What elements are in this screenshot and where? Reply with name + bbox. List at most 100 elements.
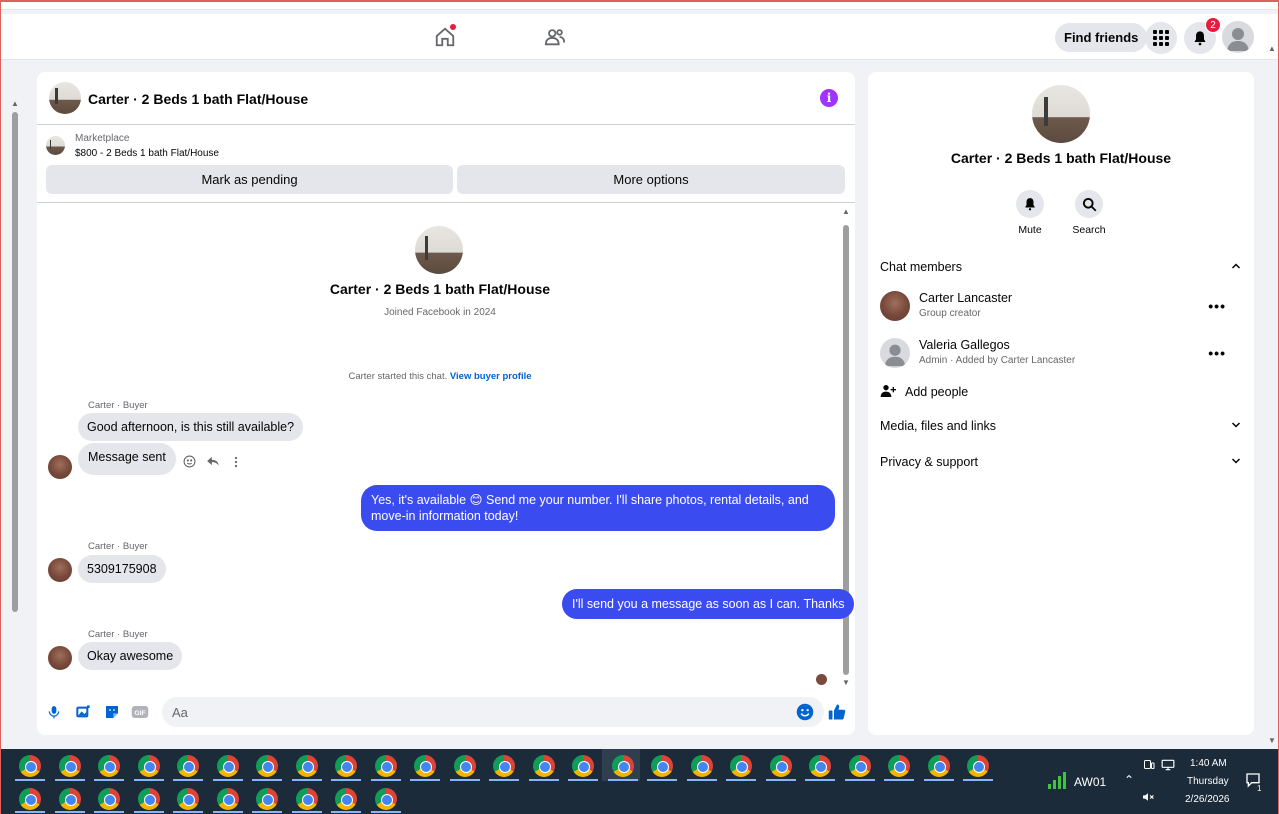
browser-app-icon[interactable] <box>848 755 871 777</box>
browser-app-icon[interactable] <box>177 755 199 777</box>
listing-title[interactable]: $800 - 2 Beds 1 bath Flat/House <box>75 148 219 159</box>
browser-app-icon[interactable] <box>888 755 910 777</box>
notifications-bell-icon[interactable]: 2 <box>1184 17 1221 54</box>
more-options-button[interactable]: More options <box>457 165 845 194</box>
incoming-message[interactable]: 5309175908 <box>78 555 166 583</box>
browser-app-icon[interactable] <box>335 755 357 777</box>
page-scrollbar[interactable] <box>12 112 18 612</box>
taskbar-running-indicator <box>173 811 203 813</box>
browser-app-icon[interactable] <box>98 788 120 810</box>
friends-icon[interactable] <box>540 22 570 52</box>
chevron-up-tray-icon[interactable]: ⌃ <box>1124 773 1134 787</box>
browser-app-icon[interactable] <box>216 788 239 810</box>
media-files-section[interactable]: Media, files and links <box>880 416 1242 436</box>
browser-app-icon[interactable] <box>927 755 950 777</box>
browser-app-icon[interactable] <box>374 788 397 810</box>
mute-bell-icon[interactable] <box>1016 190 1044 218</box>
incoming-message[interactable]: Okay awesome <box>78 642 183 670</box>
intro-name: Carter · 2 Beds 1 bath Flat/House <box>329 281 551 297</box>
member-more-icon[interactable]: ••• <box>1208 345 1226 361</box>
browser-app-icon[interactable] <box>967 755 989 777</box>
info-icon[interactable]: i <box>820 89 838 107</box>
buyer-avatar[interactable] <box>48 646 72 670</box>
browser-app-icon[interactable] <box>58 788 81 810</box>
window-scroll-down-arrow[interactable]: ▼ <box>1268 736 1276 745</box>
browser-app-icon[interactable] <box>335 788 357 810</box>
browser-app-icon[interactable] <box>493 755 515 777</box>
browser-app-icon[interactable] <box>453 755 476 777</box>
browser-app-icon[interactable] <box>19 755 41 777</box>
member-row[interactable]: Valeria Gallegos Admin · Added by Carter… <box>880 336 1242 370</box>
search-icon[interactable] <box>1075 190 1103 218</box>
home-icon[interactable] <box>430 22 460 52</box>
browser-app-icon[interactable] <box>730 755 752 777</box>
browser-app-icon[interactable] <box>651 755 673 777</box>
mute-action[interactable]: Mute <box>1000 190 1060 236</box>
browser-app-icon[interactable] <box>295 755 318 777</box>
browser-app-icon[interactable] <box>611 755 634 777</box>
browser-app-icon[interactable] <box>98 755 120 777</box>
chat-scroll-down-arrow[interactable]: ▼ <box>842 678 850 687</box>
browser-app-icon[interactable] <box>137 755 160 777</box>
view-buyer-profile-link[interactable]: View buyer profile <box>450 371 532 382</box>
incoming-message[interactable]: Good afternoon, is this still available? <box>78 413 304 441</box>
browser-app-icon[interactable] <box>809 755 831 777</box>
message-input[interactable] <box>162 697 824 727</box>
clock-time[interactable]: 1:40 AM <box>1190 758 1227 769</box>
clock-day[interactable]: Thursday <box>1187 776 1229 787</box>
member-more-icon[interactable]: ••• <box>1208 298 1226 314</box>
reply-icon[interactable] <box>206 454 220 473</box>
photo-icon[interactable] <box>74 703 92 721</box>
browser-app-icon[interactable] <box>177 788 199 810</box>
window-scroll-up-arrow[interactable]: ▲ <box>1268 44 1276 53</box>
browser-app-icon[interactable] <box>137 788 160 810</box>
browser-app-icon[interactable] <box>19 788 41 810</box>
listing-thumbnail[interactable] <box>46 136 65 155</box>
browser-app-icon[interactable] <box>414 755 436 777</box>
tray-device-icon[interactable] <box>1143 758 1155 776</box>
member-avatar[interactable] <box>880 338 910 368</box>
chat-title[interactable]: Carter · 2 Beds 1 bath Flat/House <box>88 91 308 107</box>
browser-app-icon[interactable] <box>295 788 318 810</box>
member-avatar[interactable] <box>880 291 910 321</box>
chat-avatar[interactable] <box>49 82 81 114</box>
profile-avatar[interactable] <box>1222 21 1254 53</box>
buyer-avatar[interactable] <box>48 455 72 479</box>
chat-members-section[interactable]: Chat members <box>880 257 1242 277</box>
browser-app-icon[interactable] <box>256 788 278 810</box>
browser-app-icon[interactable] <box>256 755 278 777</box>
page-scroll-up-arrow[interactable]: ▲ <box>11 99 19 108</box>
mark-as-pending-button[interactable]: Mark as pending <box>46 165 453 194</box>
more-vertical-icon[interactable] <box>230 455 242 473</box>
menu-grid-icon[interactable] <box>1145 22 1177 54</box>
privacy-support-label: Privacy & support <box>880 455 978 469</box>
thumbs-up-icon[interactable] <box>828 703 846 721</box>
browser-app-icon[interactable] <box>532 755 555 777</box>
privacy-support-section[interactable]: Privacy & support <box>880 452 1242 472</box>
gif-icon[interactable]: GIF <box>131 703 149 721</box>
find-friends-button[interactable]: Find friends <box>1055 23 1148 52</box>
browser-app-icon[interactable] <box>769 755 792 777</box>
browser-app-icon[interactable] <box>572 755 594 777</box>
speaker-muted-icon[interactable] <box>1142 790 1155 808</box>
browser-app-icon[interactable] <box>58 755 81 777</box>
tray-display-icon[interactable] <box>1161 758 1175 776</box>
browser-app-icon[interactable] <box>216 755 239 777</box>
browser-app-icon[interactable] <box>374 755 397 777</box>
buyer-avatar[interactable] <box>48 558 72 582</box>
sticker-icon[interactable] <box>103 703 121 721</box>
browser-app-icon[interactable] <box>690 755 713 777</box>
outgoing-message[interactable]: I'll send you a message as soon as I can… <box>562 589 855 619</box>
network-signal-icon[interactable] <box>1048 771 1068 794</box>
microphone-icon[interactable] <box>45 703 63 721</box>
clock-date[interactable]: 2/26/2026 <box>1185 794 1230 805</box>
add-people-button[interactable]: Add people <box>880 382 968 402</box>
react-emoji-icon[interactable] <box>183 455 196 473</box>
incoming-message[interactable]: Message sent <box>78 443 176 475</box>
member-row[interactable]: Carter Lancaster Group creator ••• <box>880 289 1242 323</box>
search-action[interactable]: Search <box>1059 190 1119 236</box>
emoji-icon[interactable] <box>796 703 814 721</box>
chat-scroll-up-arrow[interactable]: ▲ <box>842 207 850 216</box>
outgoing-message[interactable]: Yes, it's available 😊 Send me your numbe… <box>361 485 835 531</box>
network-label[interactable]: AW01 <box>1074 775 1106 789</box>
